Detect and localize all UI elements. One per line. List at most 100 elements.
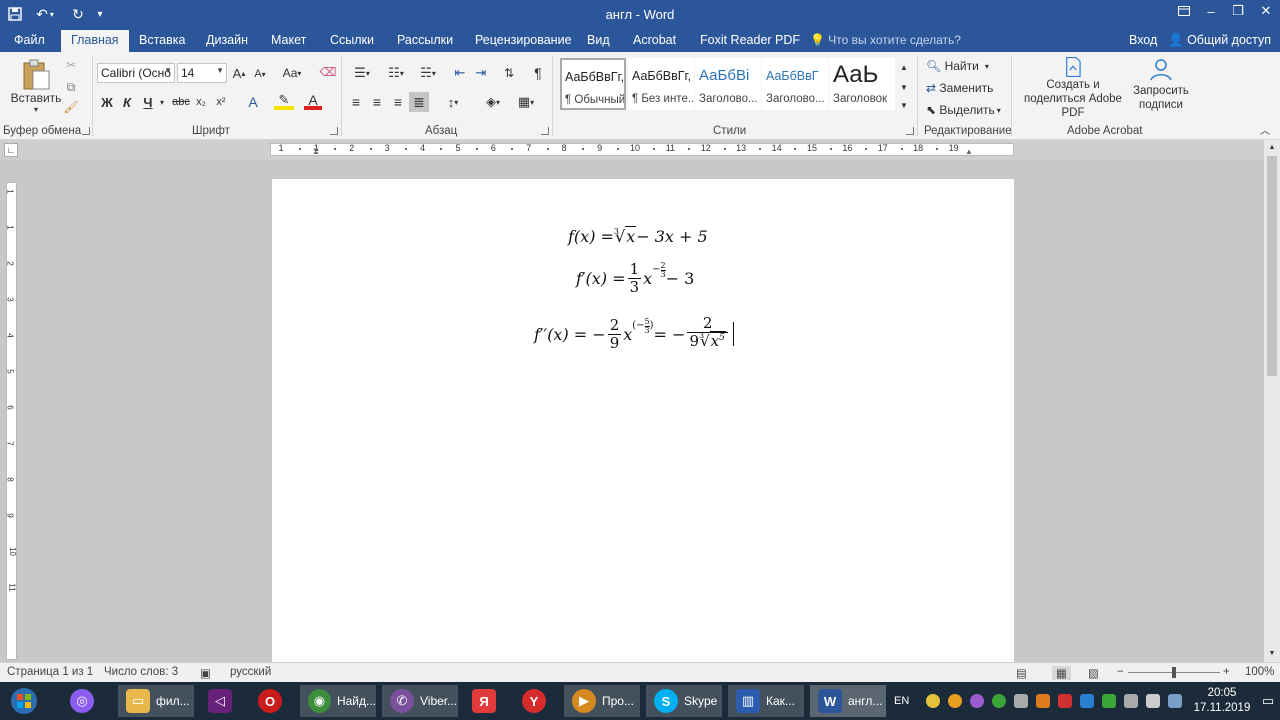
taskbar-kak[interactable]: ▥ Как... bbox=[728, 685, 804, 717]
start-button[interactable] bbox=[4, 685, 44, 717]
taskbar-chrome[interactable]: ◉ Найд... bbox=[300, 685, 376, 717]
numbering-icon[interactable]: ☷ ▾ bbox=[382, 65, 410, 81]
collapse-ribbon-icon[interactable]: ︿ bbox=[1258, 122, 1272, 137]
tray-icon[interactable] bbox=[948, 694, 962, 708]
grow-font-icon[interactable]: A ▴ bbox=[232, 65, 246, 81]
document-page[interactable]: f(x) = 3√x − 3x + 5 f′(x) = 13 x − 23 − … bbox=[272, 179, 1014, 669]
shrink-font-icon[interactable]: A ▾ bbox=[253, 67, 267, 81]
tray-icon[interactable] bbox=[1102, 694, 1116, 708]
right-indent-icon[interactable]: ▲ bbox=[964, 146, 974, 156]
equation-1[interactable]: f(x) = 3√x − 3x + 5 bbox=[568, 226, 708, 246]
equation-3[interactable]: f′′(x) = − 29 x (− 53 ) = − 2 93√x5 bbox=[534, 315, 734, 353]
tray-icon[interactable] bbox=[1058, 694, 1072, 708]
bluetooth-icon[interactable] bbox=[1080, 694, 1094, 708]
minimize-icon[interactable]: – bbox=[1197, 0, 1225, 22]
ribbon-display-icon[interactable] bbox=[1170, 0, 1198, 22]
paste-button[interactable]: Вставить ▾ bbox=[10, 56, 62, 116]
superscript-icon[interactable]: x² bbox=[214, 95, 228, 109]
paragraph-launcher-icon[interactable] bbox=[541, 127, 549, 135]
font-size-select[interactable]: 14 ▼ bbox=[177, 63, 227, 83]
decrease-indent-icon[interactable]: ⇤ bbox=[451, 65, 469, 81]
tab-insert[interactable]: Вставка bbox=[139, 33, 185, 47]
tab-review[interactable]: Рецензирование bbox=[475, 33, 572, 47]
request-signatures-button[interactable]: Запросить подписи bbox=[1130, 56, 1192, 120]
volume-icon[interactable] bbox=[1146, 694, 1160, 708]
tab-selector-icon[interactable]: ∟ bbox=[4, 143, 18, 157]
sort-icon[interactable]: ⇅ bbox=[500, 65, 518, 81]
read-mode-icon[interactable]: ▤ bbox=[1016, 666, 1027, 680]
bullets-icon[interactable]: ☰ ▾ bbox=[348, 65, 376, 81]
cut-icon[interactable]: ✂ bbox=[64, 58, 78, 72]
style-title[interactable]: АаЬ Заголовок bbox=[829, 58, 895, 110]
vertical-scrollbar[interactable]: ▲ ▼ bbox=[1264, 140, 1280, 662]
tab-home[interactable]: Главная bbox=[61, 30, 129, 52]
style-heading-1[interactable]: АаБбВі Заголово... bbox=[695, 58, 761, 110]
tab-file[interactable]: Файл bbox=[14, 33, 45, 47]
chevron-down-icon[interactable]: ▾ bbox=[158, 97, 166, 107]
zoom-out-icon[interactable]: − bbox=[1117, 666, 1124, 678]
share-button[interactable]: 👤 Общий доступ bbox=[1168, 33, 1271, 48]
format-painter-icon[interactable]: 🖌 bbox=[63, 100, 78, 114]
copy-icon[interactable]: ⧉ bbox=[64, 80, 78, 94]
restore-icon[interactable]: ❐ bbox=[1224, 0, 1252, 22]
align-right-icon[interactable]: ≡ bbox=[390, 94, 406, 110]
font-color-icon[interactable]: A bbox=[304, 92, 322, 110]
print-layout-icon[interactable]: ▦ bbox=[1052, 666, 1071, 680]
underline-button[interactable]: Ч bbox=[141, 94, 155, 110]
yandex-tray-icon[interactable] bbox=[926, 694, 940, 708]
italic-button[interactable]: К bbox=[120, 94, 134, 110]
borders-icon[interactable]: ▦ ▾ bbox=[512, 94, 540, 110]
taskbar-player[interactable]: ▶ Про... bbox=[564, 685, 640, 717]
line-spacing-icon[interactable]: ↕ ▾ bbox=[440, 94, 466, 110]
yandex-icon[interactable]: Я bbox=[464, 685, 508, 717]
font-name-select[interactable]: Calibri (Осно ▼ bbox=[97, 63, 175, 83]
vertical-ruler[interactable]: 1 1 2 3 4 5 6 7 8 9 10 11 bbox=[6, 182, 17, 660]
page-count[interactable]: Страница 1 из 1 bbox=[7, 666, 93, 678]
style-heading-2[interactable]: АаБбВвГ Заголово... bbox=[762, 58, 828, 110]
subscript-icon[interactable]: x₂ bbox=[194, 95, 208, 109]
font-launcher-icon[interactable] bbox=[330, 127, 338, 135]
taskbar-viber[interactable]: ✆ Viber... bbox=[382, 685, 458, 717]
scroll-up-icon[interactable]: ▲ bbox=[898, 60, 910, 74]
scrollbar-thumb[interactable] bbox=[1267, 156, 1277, 376]
create-pdf-button[interactable]: Создать и поделиться Adobe PDF bbox=[1016, 56, 1130, 120]
zoom-slider-thumb[interactable] bbox=[1172, 667, 1176, 678]
tab-references[interactable]: Ссылки bbox=[330, 33, 374, 47]
change-case-button[interactable]: Аа ▾ bbox=[280, 65, 304, 81]
alice-icon[interactable]: ◎ bbox=[62, 685, 102, 717]
taskbar-word[interactable]: Wангл... bbox=[810, 685, 886, 717]
style-normal[interactable]: АаБбВвГг, ¶ Обычный bbox=[560, 58, 626, 110]
proofing-icon[interactable]: ▣ bbox=[200, 666, 211, 680]
clear-format-icon[interactable]: ⌫ bbox=[320, 64, 337, 80]
scroll-down-icon[interactable]: ▼ bbox=[898, 80, 910, 94]
horizontal-ruler[interactable]: 1 1 2 3 4 5 6 7 8 9 10 11 12 13 14 15 16 17 18 19 bbox=[270, 143, 1014, 156]
style-no-spacing[interactable]: АаБбВвГг, ¶ Без инте... bbox=[628, 58, 694, 110]
tab-layout[interactable]: Макет bbox=[271, 33, 306, 47]
justify-icon[interactable]: ≣ bbox=[409, 92, 429, 112]
find-button[interactable]: 🔍︎ Найти ▾ bbox=[926, 57, 996, 75]
close-icon[interactable]: ✕ bbox=[1252, 0, 1280, 22]
multilevel-list-icon[interactable]: ☵ ▾ bbox=[414, 65, 442, 81]
scroll-down-icon[interactable]: ▼ bbox=[1267, 648, 1277, 658]
yandex-browser-icon[interactable]: Y bbox=[514, 685, 558, 717]
battery-icon[interactable] bbox=[1168, 694, 1182, 708]
more-styles-icon[interactable]: ▼ bbox=[898, 98, 910, 112]
increase-indent-icon[interactable]: ⇥ bbox=[472, 65, 490, 81]
highlight-icon[interactable]: ✎ bbox=[274, 92, 294, 110]
language[interactable]: русский bbox=[230, 666, 271, 678]
word-count[interactable]: Число слов: 3 bbox=[104, 666, 178, 678]
zoom-in-icon[interactable]: + bbox=[1223, 666, 1230, 678]
language-indicator[interactable]: EN bbox=[894, 685, 916, 717]
visual-studio-icon[interactable]: ◁ bbox=[200, 685, 244, 717]
strikethrough-icon[interactable]: abc bbox=[172, 95, 190, 109]
signal-icon[interactable] bbox=[1124, 694, 1138, 708]
clock[interactable]: 20:05 17.11.2019 bbox=[1192, 686, 1252, 716]
replace-button[interactable]: ⇄ Заменить bbox=[926, 79, 1006, 97]
zoom-level[interactable]: 100% bbox=[1245, 666, 1274, 678]
taskbar-explorer[interactable]: ▭ фил... bbox=[118, 685, 194, 717]
text-effects-icon[interactable]: A bbox=[244, 94, 262, 110]
taskbar-skype[interactable]: S Skype bbox=[646, 685, 722, 717]
tab-mailings[interactable]: Рассылки bbox=[397, 33, 453, 47]
tab-foxit[interactable]: Foxit Reader PDF bbox=[700, 33, 800, 47]
select-button[interactable]: ⬉ Выделить ▾ bbox=[926, 101, 1006, 119]
